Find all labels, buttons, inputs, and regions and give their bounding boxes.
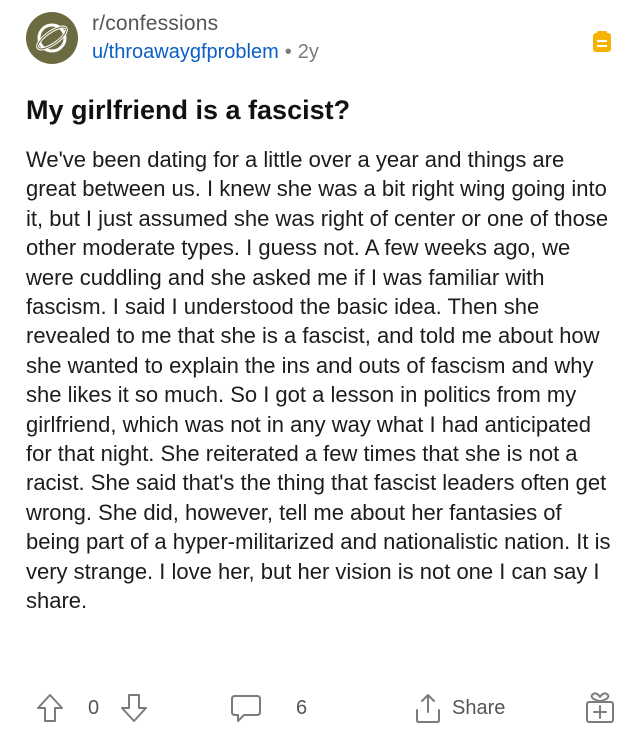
upvote-button[interactable] bbox=[36, 688, 64, 728]
comment-bubble-icon bbox=[231, 695, 261, 722]
mod-queue-icon[interactable] bbox=[592, 30, 612, 54]
gift-award-icon bbox=[586, 692, 614, 723]
post-body: We've been dating for a little over a ye… bbox=[26, 147, 611, 614]
post-action-bar: 0 6 Share bbox=[26, 688, 618, 728]
post-header: r/confessions u/throawaygfproblem • 2y bbox=[26, 10, 616, 70]
comment-count-wrap: 6 bbox=[296, 688, 307, 728]
comment-count: 6 bbox=[296, 696, 308, 719]
post-title[interactable]: My girlfriend is a fascist? bbox=[26, 92, 350, 128]
vote-count-wrap: 0 bbox=[88, 688, 99, 728]
share-icon bbox=[416, 694, 440, 723]
post-meta: r/confessions u/throawaygfproblem • 2y bbox=[92, 10, 319, 66]
subreddit-name[interactable]: r/confessions bbox=[92, 10, 319, 38]
downvote-arrow-icon bbox=[121, 694, 147, 722]
post-age: 2y bbox=[297, 41, 319, 63]
planet-icon bbox=[36, 23, 68, 53]
author-line: u/throawaygfproblem • 2y bbox=[92, 38, 319, 66]
subreddit-avatar[interactable] bbox=[26, 12, 78, 64]
share-button[interactable]: Share bbox=[414, 688, 505, 728]
meta-separator: • bbox=[284, 41, 292, 63]
award-button[interactable] bbox=[584, 688, 616, 728]
share-label: Share bbox=[452, 696, 506, 719]
comments-button[interactable] bbox=[230, 688, 262, 728]
upvote-arrow-icon bbox=[37, 694, 63, 722]
author-username[interactable]: u/throawaygfproblem bbox=[92, 41, 279, 63]
vote-count: 0 bbox=[88, 696, 100, 719]
downvote-button[interactable] bbox=[120, 688, 148, 728]
